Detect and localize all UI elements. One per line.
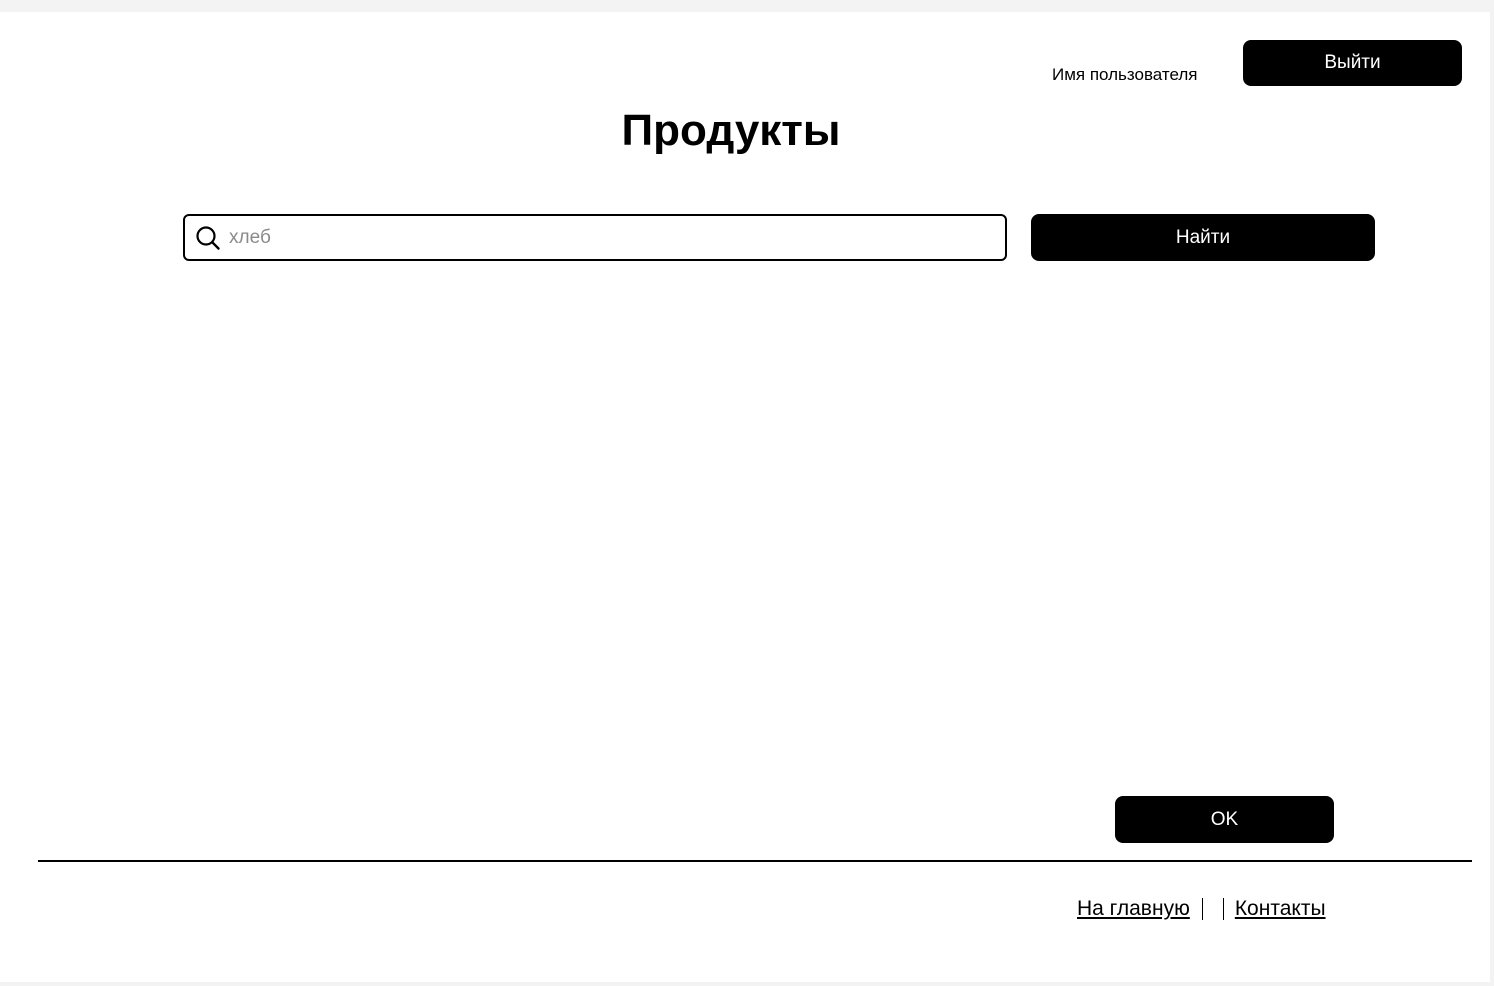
ok-button[interactable]: OK bbox=[1115, 796, 1334, 843]
logout-button[interactable]: Выйти bbox=[1243, 40, 1462, 86]
username-label: Имя пользователя bbox=[1052, 65, 1198, 84]
footer-separator bbox=[1222, 898, 1224, 920]
search-button[interactable]: Найти bbox=[1031, 214, 1375, 261]
footer-link-home[interactable]: На главную bbox=[1077, 897, 1190, 921]
page-title: Продукты bbox=[621, 106, 841, 155]
search-input[interactable] bbox=[229, 216, 989, 259]
footer-nav: На главную Контакты bbox=[1077, 894, 1326, 924]
search-icon bbox=[196, 226, 220, 250]
search-box[interactable] bbox=[183, 214, 1007, 261]
page-container: Имя пользователя Выйти Продукты Найти OK… bbox=[0, 12, 1490, 982]
footer-link-contacts[interactable]: Контакты bbox=[1235, 897, 1326, 921]
footer-separator bbox=[1201, 898, 1203, 920]
footer-divider bbox=[38, 860, 1472, 862]
